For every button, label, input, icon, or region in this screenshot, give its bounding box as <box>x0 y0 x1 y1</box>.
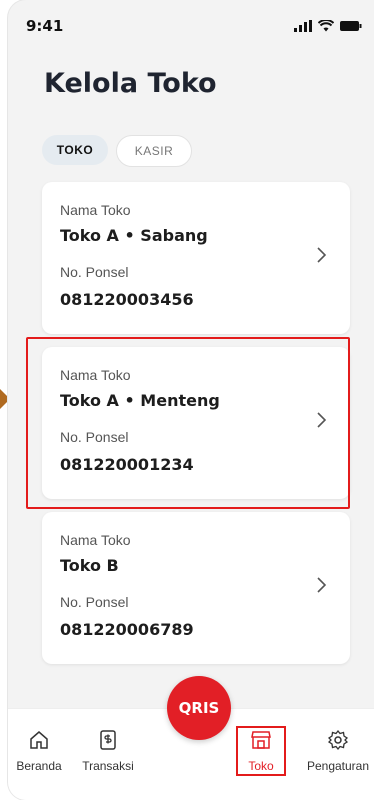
nav-label: Beranda <box>16 759 62 773</box>
nav-beranda[interactable]: Beranda <box>14 729 64 773</box>
status-time: 9:41 <box>26 17 64 35</box>
store-name: Toko A • Sabang <box>60 226 208 245</box>
status-icons <box>294 20 362 32</box>
battery-icon <box>340 21 362 31</box>
store-name: Toko B <box>60 556 119 575</box>
status-bar: 9:41 <box>26 12 362 40</box>
page-title: Kelola Toko <box>44 68 217 99</box>
nav-label: Transaksi <box>82 759 134 773</box>
qris-button[interactable]: QRIS <box>167 676 231 740</box>
receipt-icon <box>100 730 116 750</box>
nav-transaksi[interactable]: Transaksi <box>78 729 138 773</box>
gear-icon <box>327 729 349 751</box>
store-name-label: Nama Toko <box>60 202 131 218</box>
phone-value: 081220006789 <box>60 620 194 639</box>
nav-label: Pengaturan <box>306 759 370 773</box>
highlight-box <box>26 337 350 509</box>
signal-icon <box>294 20 312 32</box>
store-card-1[interactable]: Nama Toko Toko A • Sabang No. Ponsel 081… <box>42 182 350 334</box>
phone-label: No. Ponsel <box>60 264 129 280</box>
tab-kasir[interactable]: KASIR <box>116 135 192 167</box>
tab-bar: TOKO KASIR <box>42 135 192 167</box>
chevron-right-icon <box>317 577 327 593</box>
tab-toko[interactable]: TOKO <box>42 135 108 165</box>
store-name-label: Nama Toko <box>60 532 131 548</box>
chevron-right-icon <box>317 247 327 263</box>
store-card-3[interactable]: Nama Toko Toko B No. Ponsel 081220006789 <box>42 512 350 664</box>
wifi-icon <box>318 20 334 32</box>
nav-pengaturan[interactable]: Pengaturan <box>306 729 370 773</box>
phone-label: No. Ponsel <box>60 594 129 610</box>
toko-highlight-box <box>236 726 286 776</box>
phone-value: 081220003456 <box>60 290 194 309</box>
home-icon <box>30 731 48 749</box>
